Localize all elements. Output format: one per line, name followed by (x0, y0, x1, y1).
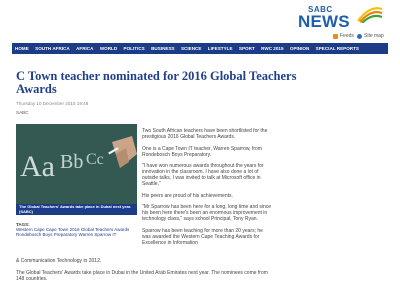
article-paragraph-closing: The Global Teachers' Awards take place i… (16, 269, 268, 282)
rss-icon (333, 33, 338, 39)
feeds-label: Feeds (340, 33, 354, 39)
sitemap-icon (357, 33, 362, 39)
article-paragraph: "I have won numerous awards throughout t… (142, 163, 264, 187)
nav-item-business[interactable]: Business (148, 46, 178, 51)
svg-text:Cc: Cc (86, 151, 104, 168)
nav-item-world[interactable]: World (97, 46, 121, 51)
nav-item-home[interactable]: Home (12, 46, 32, 51)
article-paragraph-continuation: & Communication Technology in 2012. (16, 258, 102, 264)
article-body-continued: & Communication Technology in 2012. The … (16, 258, 276, 287)
article-paragraph: "Mr Sparrow has been here for a long, lo… (142, 204, 272, 222)
nav-item-special-reports[interactable]: Special Reports (312, 46, 362, 51)
article-body: Two South African teachers have been sho… (142, 128, 272, 251)
image-caption: The Global Teachers' Awards take place i… (16, 204, 137, 215)
nav-item-politics[interactable]: Politics (120, 46, 148, 51)
logo-news-text: NEWS (298, 12, 350, 31)
tags-section: TAGS: Western Cape Cape Town 2016 Global… (16, 222, 137, 238)
sabc-news-logo[interactable]: SABC NEWS (296, 1, 386, 35)
tags-list[interactable]: Western Cape Cape Town 2016 Global Teach… (16, 227, 137, 237)
sitemap-label: Site map (364, 33, 384, 39)
article-paragraph: His peers are proud of his achievements. (142, 192, 233, 199)
svg-text:Bb: Bb (60, 151, 83, 173)
nav-item-lifestyle[interactable]: Lifestyle (205, 46, 236, 51)
nav-item-opinion[interactable]: Opinion (287, 46, 313, 51)
article-source: SABC (16, 110, 29, 115)
article-dateline: Thursday 10 December 2015 19:48 (16, 101, 89, 106)
nav-item-africa[interactable]: Africa (73, 46, 97, 51)
chalkboard-image: Aa Bb Cc (16, 124, 137, 215)
article-paragraph: Sparrow has been teaching for more than … (142, 227, 263, 246)
article-title: C Town teacher nominated for 2016 Global… (16, 69, 297, 96)
svg-text:Aa: Aa (20, 150, 55, 183)
feeds-link[interactable]: Feeds (333, 33, 354, 39)
nav-item-south-africa[interactable]: South Africa (32, 46, 73, 51)
nav-item-science[interactable]: Science (178, 46, 205, 51)
main-nav: Home South Africa Africa World Politics … (12, 43, 388, 54)
nav-item-rwc-2015[interactable]: RWC 2015 (258, 46, 287, 51)
sitemap-link[interactable]: Site map (357, 33, 384, 39)
nav-item-sport[interactable]: Sport (236, 46, 258, 51)
site-header: SABC NEWS Feeds Site map (0, 0, 400, 43)
article-paragraph: One is a Cape Town IT teacher, Warren Sp… (142, 145, 262, 158)
article-image: Aa Bb Cc The Global Teachers' Awards tak… (16, 124, 137, 215)
logo-rays-icon (357, 7, 383, 23)
article-paragraph: Two South African teachers have been sho… (142, 128, 268, 140)
